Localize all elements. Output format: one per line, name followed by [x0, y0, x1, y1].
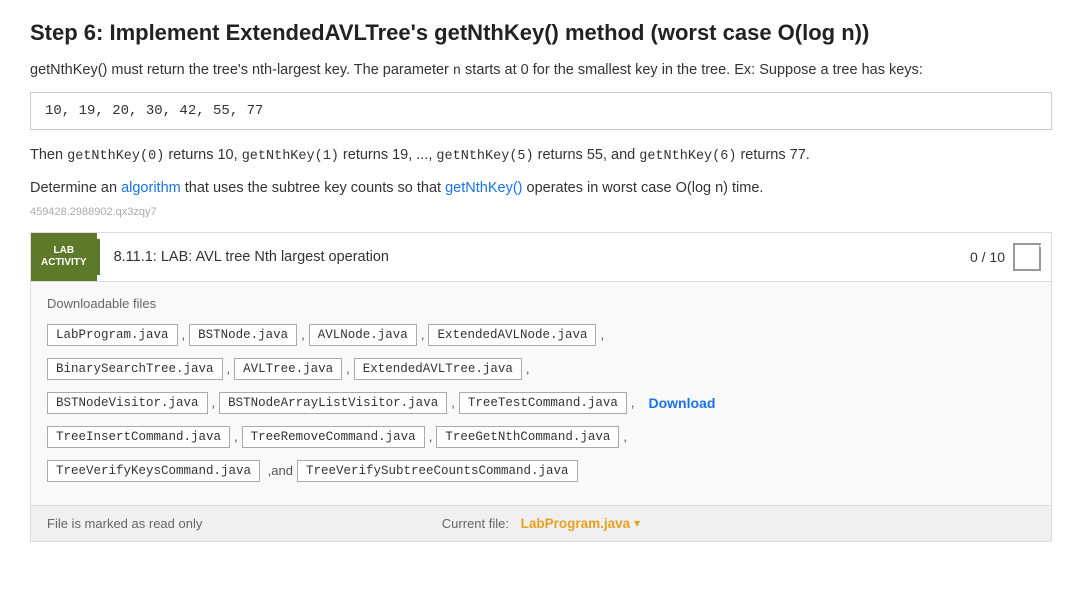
lab-activity-box: LAB ACTIVITY 8.11.1: LAB: AVL tree Nth l… [30, 232, 1052, 542]
score-text: 0 / 10 [970, 249, 1005, 265]
file-TreeInsertCommand[interactable]: TreeInsertCommand.java [47, 426, 230, 448]
bottom-bar: File is marked as read only Current file… [31, 505, 1051, 541]
file-TreeVerifySubtreeCountsCommand[interactable]: TreeVerifySubtreeCountsCommand.java [297, 460, 578, 482]
sep-6: , [346, 361, 350, 376]
sep-1: , [182, 327, 186, 342]
getnthkey-6: getNthKey(6) [639, 149, 736, 164]
sep-8: , [212, 395, 216, 410]
n-param: n [453, 64, 461, 79]
code-example-text: 10, 19, 20, 30, 42, 55, 77 [45, 103, 263, 119]
file-TreeRemoveCommand[interactable]: TreeRemoveCommand.java [242, 426, 425, 448]
intro-text-2: starts at 0 for the smallest key in the … [461, 62, 923, 78]
sep-5: , [227, 361, 231, 376]
file-BSTNodeVisitor[interactable]: BSTNodeVisitor.java [47, 392, 208, 414]
file-TreeTestCommand[interactable]: TreeTestCommand.java [459, 392, 627, 414]
sep-10: , [631, 395, 635, 410]
sep-3: , [421, 327, 425, 342]
lab-badge-line1: LAB [41, 245, 87, 257]
file-TreeGetNthCommand[interactable]: TreeGetNthCommand.java [436, 426, 619, 448]
files-row-4: TreeInsertCommand.java , TreeRemoveComma… [47, 423, 1035, 451]
file-ExtendedAVLTree[interactable]: ExtendedAVLTree.java [354, 358, 522, 380]
score-flag-icon [1013, 243, 1041, 271]
bottom-bar-inner: File is marked as read only Current file… [47, 516, 1035, 531]
file-AVLTree[interactable]: AVLTree.java [234, 358, 342, 380]
page-title: Step 6: Implement ExtendedAVLTree's getN… [30, 20, 1052, 46]
file-BSTNode[interactable]: BSTNode.java [189, 324, 297, 346]
sep-7: , [526, 361, 530, 376]
id-line: 459428.2988902.qx3zqy7 [30, 206, 1052, 218]
lab-activity-header: LAB ACTIVITY 8.11.1: LAB: AVL tree Nth l… [31, 233, 1051, 282]
lab-activity-title: 8.11.1: LAB: AVL tree Nth largest operat… [97, 239, 960, 275]
sep-12: , [429, 429, 433, 444]
downloadable-label: Downloadable files [47, 296, 1035, 311]
file-AVLNode[interactable]: AVLNode.java [309, 324, 417, 346]
sep-11: , [234, 429, 238, 444]
lab-badge-line2: ACTIVITY [41, 257, 87, 269]
files-row-1: LabProgram.java , BSTNode.java , AVLNode… [47, 321, 1035, 349]
files-row-2: BinarySearchTree.java , AVLTree.java , E… [47, 355, 1035, 383]
code-example-block: 10, 19, 20, 30, 42, 55, 77 [30, 92, 1052, 130]
sep-2: , [301, 327, 305, 342]
file-BinarySearchTree[interactable]: BinarySearchTree.java [47, 358, 223, 380]
file-TreeVerifyKeysCommand[interactable]: TreeVerifyKeysCommand.java [47, 460, 260, 482]
sep-14: ,and [264, 463, 293, 478]
dropdown-arrow-icon[interactable]: ▾ [634, 516, 640, 530]
current-file-label: Current file: [442, 516, 509, 531]
getnthkey-0: getNthKey(0) [67, 149, 164, 164]
algorithm-link[interactable]: algorithm [121, 180, 181, 196]
files-row-3: BSTNodeVisitor.java , BSTNodeArrayListVi… [47, 389, 1035, 417]
getnthkey-highlight: getNthKey() [445, 180, 522, 196]
file-ExtendedAVLNode[interactable]: ExtendedAVLNode.java [428, 324, 596, 346]
file-BSTNodeArrayListVisitor[interactable]: BSTNodeArrayListVisitor.java [219, 392, 447, 414]
then-line: Then getNthKey(0) returns 10, getNthKey(… [30, 144, 1052, 168]
getnthkey-5: getNthKey(5) [436, 149, 533, 164]
download-button[interactable]: Download [648, 395, 715, 411]
getnthkey-1: getNthKey(1) [242, 149, 339, 164]
sep-13: , [623, 429, 627, 444]
sep-4: , [600, 327, 604, 342]
files-row-5: TreeVerifyKeysCommand.java ,and TreeVeri… [47, 457, 1035, 485]
intro-text-1: getNthKey() must return the tree's nth-l… [30, 62, 453, 78]
current-file-name: LabProgram.java [521, 516, 631, 531]
determine-line: Determine an algorithm that uses the sub… [30, 178, 1052, 200]
current-file-center: Current file: LabProgram.java ▾ [442, 516, 640, 531]
lab-score: 0 / 10 [960, 233, 1051, 281]
sep-9: , [451, 395, 455, 410]
downloadable-section: Downloadable files LabProgram.java , BST… [31, 282, 1051, 505]
intro-paragraph: getNthKey() must return the tree's nth-l… [30, 60, 1052, 82]
lab-badge: LAB ACTIVITY [31, 233, 97, 281]
file-LabProgram[interactable]: LabProgram.java [47, 324, 178, 346]
